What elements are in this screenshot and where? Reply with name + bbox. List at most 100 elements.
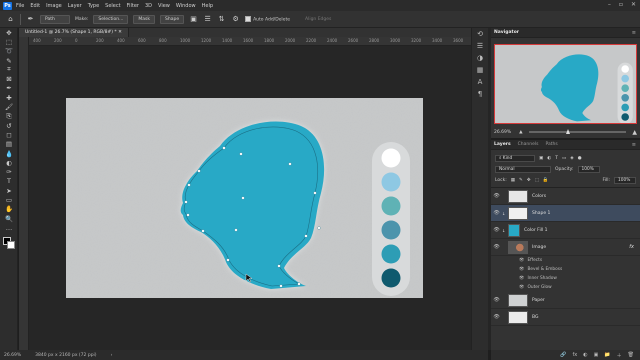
home-icon[interactable]: ⌂	[6, 15, 15, 24]
layer-row-shape-1[interactable]: 👁 ↓ Shape 1	[491, 205, 640, 222]
trash-icon[interactable]: 🗑	[628, 352, 634, 358]
blend-mode-select[interactable]: Normal	[495, 166, 551, 173]
brush-tool-icon[interactable]: 🖌	[0, 102, 18, 111]
opacity-input[interactable]: 100%	[577, 166, 600, 173]
navigator-preview[interactable]	[494, 44, 637, 124]
effect-inner-shadow[interactable]: 👁 Inner Shadow	[491, 274, 640, 283]
gear-icon[interactable]: ⚙	[231, 15, 240, 24]
layer-row-bg[interactable]: 👁 BG	[491, 309, 640, 326]
stamp-tool-icon[interactable]: ⎘	[0, 112, 18, 121]
close-icon[interactable]: ✕	[631, 1, 636, 8]
vertical-ruler[interactable]	[19, 37, 29, 350]
tool-mode-select[interactable]: Path	[40, 14, 70, 24]
lock-all-icon[interactable]: 🔒	[543, 178, 549, 183]
menu-3d[interactable]: 3D	[145, 3, 152, 9]
lock-artboard-icon[interactable]: ⬚	[535, 178, 539, 183]
paragraph-icon[interactable]: ¶	[472, 88, 488, 100]
effect-outer-glow[interactable]: 👁 Outer Glow	[491, 283, 640, 292]
add-mask-icon[interactable]: ◐	[583, 352, 587, 358]
pen-tool-icon[interactable]: ✒	[26, 15, 35, 24]
background-color-swatch[interactable]	[7, 240, 15, 249]
path-alignment-icon[interactable]: ☰	[203, 15, 212, 24]
filter-toggle-icon[interactable]: ●	[578, 156, 582, 161]
visibility-eye-icon[interactable]: 👁	[491, 244, 502, 250]
filter-smart-icon[interactable]: ◈	[570, 156, 573, 161]
eye-icon[interactable]: 👁	[519, 276, 524, 281]
crop-tool-icon[interactable]: ⌗	[0, 65, 18, 74]
history-icon[interactable]: ⟲	[472, 28, 488, 40]
frame-tool-icon[interactable]: ⊠	[0, 74, 18, 83]
layer-row-color-fill-1[interactable]: 👁 ↓ Color Fill 1	[491, 222, 640, 239]
menu-view[interactable]: View	[158, 3, 170, 9]
make-shape-button[interactable]: Shape	[160, 14, 185, 24]
horizontal-ruler[interactable]: 400 200 0 200 400 600 800 1000 1200 1400 1600 1800 2…	[29, 37, 488, 46]
effects-header[interactable]: 👁 Effects	[491, 256, 640, 265]
menu-help[interactable]: Help	[202, 3, 213, 9]
visibility-eye-icon[interactable]: 👁	[491, 210, 502, 216]
healing-tool-icon[interactable]: ✚	[0, 93, 18, 102]
adjustment-layer-icon[interactable]: ▣	[594, 352, 599, 358]
group-folder-icon[interactable]: 📁	[604, 352, 610, 358]
navigator-zoom-value[interactable]: 26.69%	[494, 130, 511, 135]
status-arrow-icon[interactable]: ›	[111, 353, 113, 358]
marquee-tool-icon[interactable]: ⬚	[0, 37, 18, 46]
visibility-eye-icon[interactable]: 👁	[491, 193, 502, 199]
zoom-slider[interactable]	[528, 129, 627, 134]
more-tools-icon[interactable]: …	[0, 223, 18, 232]
zoom-tool-icon[interactable]: 🔍	[0, 214, 18, 223]
menu-edit[interactable]: Edit	[30, 3, 40, 9]
document-tab[interactable]: Untitled-1 @ 26.7% (Shape 1, RGB/8#) * ✕	[19, 28, 129, 37]
libraries-icon[interactable]: ▦	[472, 64, 488, 76]
visibility-eye-icon[interactable]: 👁	[491, 227, 502, 233]
gradient-tool-icon[interactable]: ▤	[0, 140, 18, 149]
panel-menu-icon[interactable]: ≡	[632, 142, 636, 148]
tab-layers[interactable]: Layers	[494, 142, 511, 147]
hand-tool-icon[interactable]: ✋	[0, 205, 18, 214]
lock-pixels-icon[interactable]: ✎	[519, 178, 523, 183]
lock-transparency-icon[interactable]: ▦	[511, 178, 515, 183]
menu-select[interactable]: Select	[105, 3, 120, 9]
properties-icon[interactable]: ☰	[472, 40, 488, 52]
make-selection-button[interactable]: Selection...	[93, 14, 129, 24]
add-style-icon[interactable]: fx	[573, 352, 578, 358]
menu-image[interactable]: Image	[46, 3, 62, 9]
maximize-icon[interactable]: ▫	[619, 1, 623, 8]
character-icon[interactable]: A	[472, 76, 488, 88]
auto-add-delete-checkbox[interactable]: Auto Add/Delete	[245, 15, 290, 22]
status-zoom[interactable]: 26.69%	[4, 353, 21, 358]
layer-row-paper[interactable]: 👁 Paper	[491, 292, 640, 309]
quick-select-tool-icon[interactable]: ✎	[0, 56, 18, 65]
filter-shape-icon[interactable]: ▭	[562, 156, 566, 161]
path-arrangement-icon[interactable]: ⇅	[217, 15, 226, 24]
menu-type[interactable]: Type	[88, 3, 99, 9]
zoom-in-icon[interactable]: ▲	[632, 129, 637, 136]
history-brush-tool-icon[interactable]: ↺	[0, 121, 18, 130]
blur-tool-icon[interactable]: 💧	[0, 149, 18, 158]
panel-menu-icon[interactable]: ≡	[632, 30, 636, 36]
path-select-tool-icon[interactable]: ➤	[0, 186, 18, 195]
zoom-slider-knob[interactable]	[565, 129, 570, 134]
link-layers-icon[interactable]: 🔗	[560, 352, 566, 358]
fx-icon[interactable]: fx	[629, 244, 634, 250]
shape-tool-icon[interactable]: ▭	[0, 195, 18, 204]
type-tool-icon[interactable]: T	[0, 177, 18, 186]
filter-pixel-icon[interactable]: ▣	[539, 156, 543, 161]
tab-navigator[interactable]: Navigator	[494, 30, 519, 35]
filter-adjustment-icon[interactable]: ◐	[547, 156, 551, 161]
menu-layer[interactable]: Layer	[68, 3, 82, 9]
make-mask-button[interactable]: Mask	[133, 14, 155, 24]
adjustments-icon[interactable]: ◑	[472, 52, 488, 64]
move-tool-icon[interactable]: ✥	[0, 28, 18, 37]
tab-channels[interactable]: Channels	[518, 142, 539, 147]
menu-filter[interactable]: Filter	[127, 3, 139, 9]
canvas[interactable]	[66, 98, 423, 298]
new-layer-icon[interactable]: ＋	[617, 352, 622, 359]
dodge-tool-icon[interactable]: ◐	[0, 158, 18, 167]
close-icon[interactable]: ✕	[118, 30, 122, 35]
menu-window[interactable]: Window	[176, 3, 196, 9]
minimize-icon[interactable]: –	[608, 1, 611, 8]
eyedropper-tool-icon[interactable]: ✒	[0, 84, 18, 93]
eye-icon[interactable]: 👁	[519, 285, 524, 290]
filter-type-icon[interactable]: T	[555, 156, 558, 161]
lasso-tool-icon[interactable]: ➰	[0, 47, 18, 56]
